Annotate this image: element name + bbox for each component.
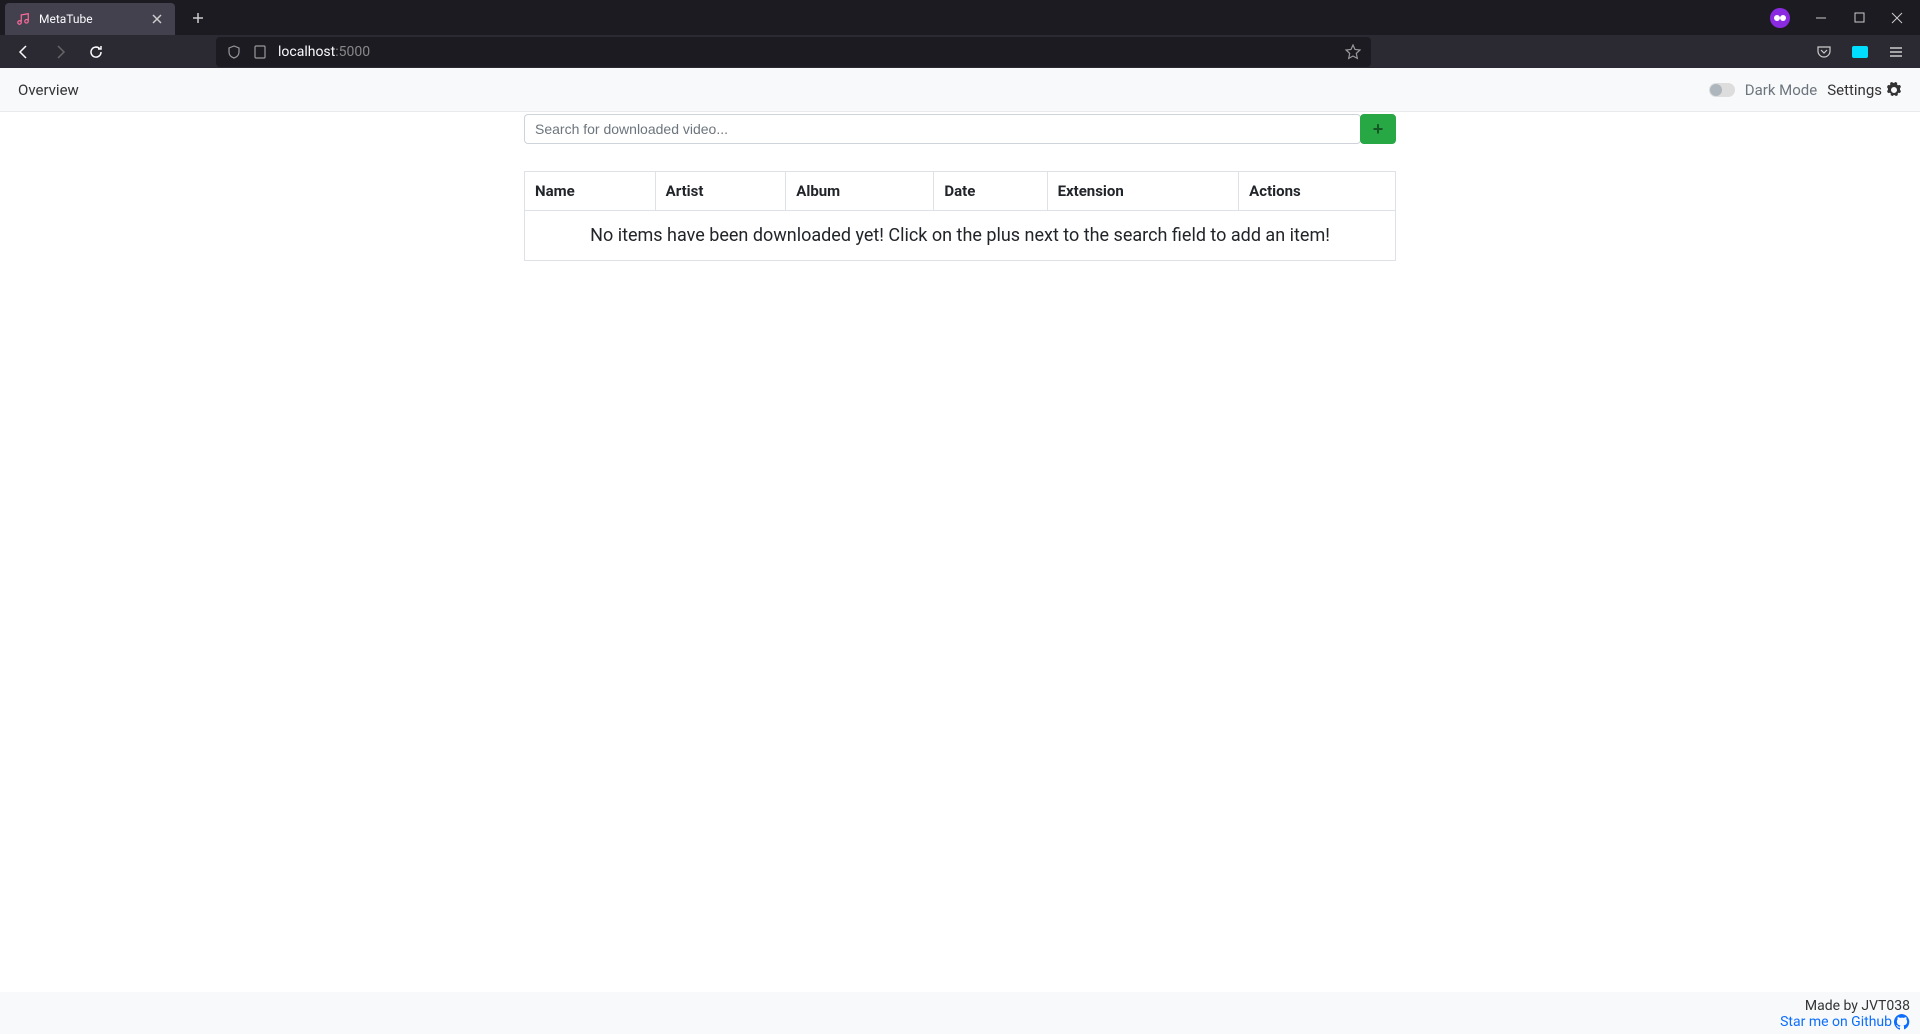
github-star-link[interactable]: Star me on Github [1780, 1014, 1910, 1030]
main-container: + Name Artist Album Date Extension Actio… [524, 112, 1396, 261]
dark-mode-label: Dark Mode [1745, 81, 1817, 99]
dark-mode-toggle[interactable] [1709, 83, 1735, 97]
tab-bar: MetaTube [0, 0, 1920, 35]
tab-title: MetaTube [39, 12, 141, 26]
address-bar[interactable]: localhost:5000 [216, 37, 1371, 67]
bookmark-star-icon[interactable] [1345, 44, 1361, 60]
shield-icon [226, 45, 242, 59]
search-input[interactable] [524, 114, 1361, 144]
window-controls [1770, 4, 1920, 32]
maximize-window-icon[interactable] [1844, 4, 1874, 32]
settings-link[interactable]: Settings [1827, 81, 1902, 99]
account-icon[interactable] [1844, 37, 1876, 67]
url-text: localhost:5000 [278, 44, 1335, 60]
app-footer: Made by JVT038 Star me on Github [0, 992, 1920, 1034]
gear-icon [1886, 82, 1902, 98]
url-host: localhost [278, 44, 335, 60]
column-header-artist: Artist [655, 172, 786, 211]
pocket-icon[interactable] [1808, 37, 1840, 67]
browser-chrome: MetaTube [0, 0, 1920, 68]
table-header-row: Name Artist Album Date Extension Actions [525, 172, 1396, 211]
tab-favicon-icon [15, 11, 31, 27]
browser-tab[interactable]: MetaTube [5, 3, 175, 35]
new-tab-button[interactable] [183, 3, 213, 33]
plus-icon: + [1373, 119, 1384, 140]
app-header: Overview Dark Mode Settings [0, 68, 1920, 112]
reload-button[interactable] [80, 37, 112, 67]
minimize-window-icon[interactable] [1806, 4, 1836, 32]
add-item-button[interactable]: + [1360, 114, 1396, 144]
app-content: Overview Dark Mode Settings + Name Art [0, 68, 1920, 1034]
settings-label: Settings [1827, 81, 1882, 99]
close-window-icon[interactable] [1882, 4, 1912, 32]
column-header-album: Album [786, 172, 934, 211]
column-header-name: Name [525, 172, 656, 211]
header-right: Dark Mode Settings [1709, 81, 1902, 99]
browser-toolbar: localhost:5000 [0, 35, 1920, 68]
github-link-label: Star me on Github [1780, 1014, 1892, 1030]
close-tab-icon[interactable] [149, 11, 165, 27]
column-header-actions: Actions [1239, 172, 1396, 211]
search-row: + [524, 114, 1396, 144]
downloads-table: Name Artist Album Date Extension Actions… [524, 171, 1396, 261]
url-port: :5000 [335, 44, 370, 60]
column-header-date: Date [934, 172, 1047, 211]
empty-message: No items have been downloaded yet! Click… [525, 211, 1396, 261]
page-info-icon [252, 45, 268, 59]
column-header-extension: Extension [1047, 172, 1239, 211]
back-button[interactable] [8, 37, 40, 67]
made-by-label: Made by JVT038 [1805, 998, 1910, 1014]
overview-link[interactable]: Overview [18, 81, 79, 99]
app-menu-icon[interactable] [1880, 37, 1912, 67]
extension-icon[interactable] [1770, 8, 1790, 28]
toolbar-right [1808, 37, 1912, 67]
github-icon [1894, 1014, 1910, 1030]
table-empty-row: No items have been downloaded yet! Click… [525, 211, 1396, 261]
forward-button[interactable] [44, 37, 76, 67]
